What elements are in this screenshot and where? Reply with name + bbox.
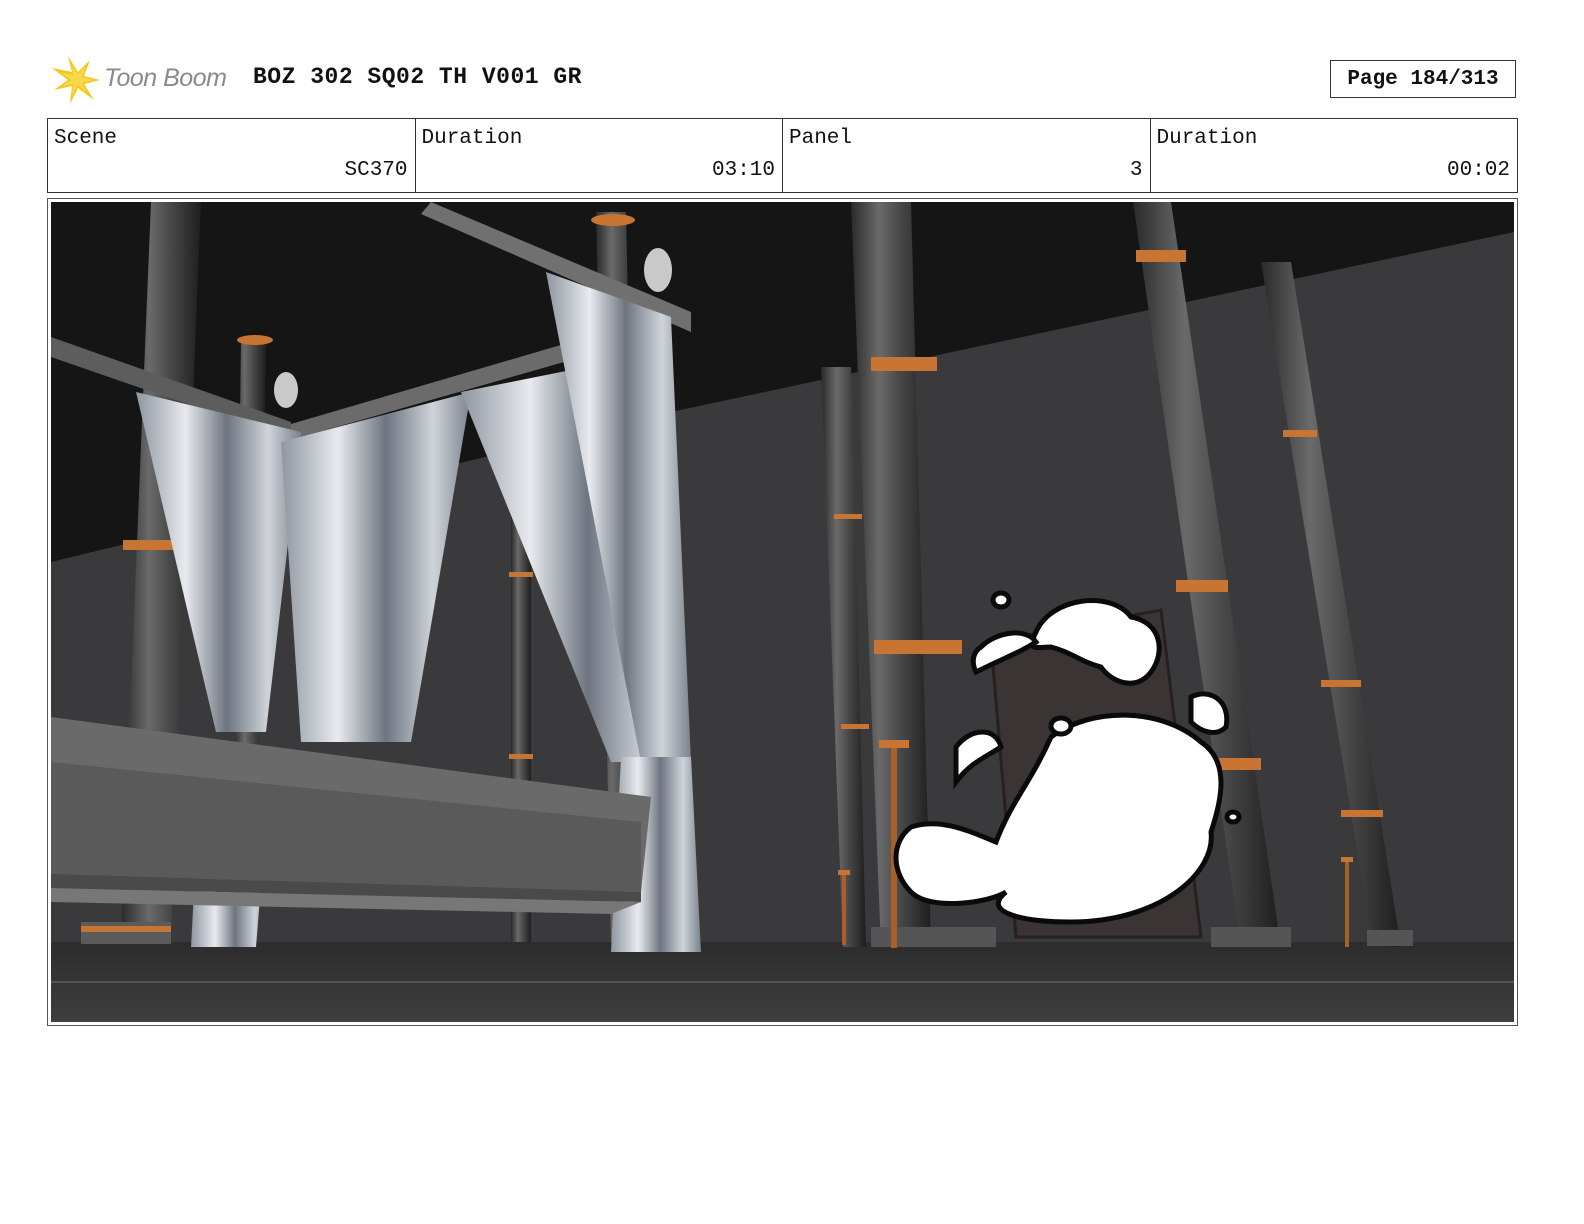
logo-wordmark: Toon Boom <box>104 64 227 92</box>
panel-label: Panel <box>789 127 853 150</box>
panel-cell: Panel 3 <box>783 119 1151 192</box>
duration-cell: Duration 03:10 <box>416 119 783 192</box>
scene-value: SC370 <box>344 159 408 182</box>
scene-cell: Scene SC370 <box>48 119 416 192</box>
panel-duration-cell: Duration 00:02 <box>1151 119 1518 192</box>
panel-duration-label: Duration <box>1156 127 1258 150</box>
scene-label: Scene <box>54 127 118 150</box>
storyboard-panel <box>47 198 1518 1026</box>
duration-value: 03:10 <box>711 159 775 182</box>
page-number: Page 184/313 <box>1330 60 1516 98</box>
document-title: BOZ 302 SQ02 TH V001 GR <box>253 64 582 90</box>
duration-label: Duration <box>421 127 523 150</box>
panel-artwork <box>51 202 1514 1022</box>
panel-duration-value: 00:02 <box>1446 159 1510 182</box>
star-burst-icon <box>52 56 100 104</box>
toon-boom-logo: Toon Boom <box>50 54 240 106</box>
info-table: Scene SC370 Duration 03:10 Panel 3 Durat… <box>47 118 1518 193</box>
panel-value: 3 <box>1129 159 1143 182</box>
